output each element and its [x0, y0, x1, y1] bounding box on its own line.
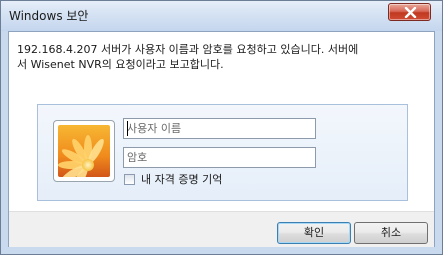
title-bar[interactable]: Windows 보안 [1, 1, 442, 31]
credential-dialog: Windows 보안 192.168.4.207 서버가 사용자 이름과 암호를… [0, 0, 443, 255]
cancel-button[interactable]: 취소 [354, 222, 428, 244]
credential-tile: 내 자격 증명 기억 [37, 104, 408, 201]
close-button[interactable] [388, 3, 431, 21]
remember-label: 내 자격 증명 기억 [141, 173, 223, 186]
avatar [53, 120, 115, 182]
close-icon [404, 7, 417, 18]
ok-button[interactable]: 확인 [277, 222, 351, 244]
text-cursor [127, 121, 128, 136]
window-title: Windows 보안 [9, 9, 89, 23]
dialog-body: 192.168.4.207 서버가 사용자 이름과 암호를 요청하고 있습니다.… [8, 31, 435, 247]
username-field[interactable] [123, 118, 316, 139]
password-field[interactable] [123, 147, 316, 168]
user-tile-flower-icon [58, 125, 110, 177]
button-bar: 확인 취소 [9, 211, 434, 247]
dialog-message: 192.168.4.207 서버가 사용자 이름과 암호를 요청하고 있습니다.… [17, 43, 359, 71]
remember-checkbox[interactable] [124, 174, 135, 185]
